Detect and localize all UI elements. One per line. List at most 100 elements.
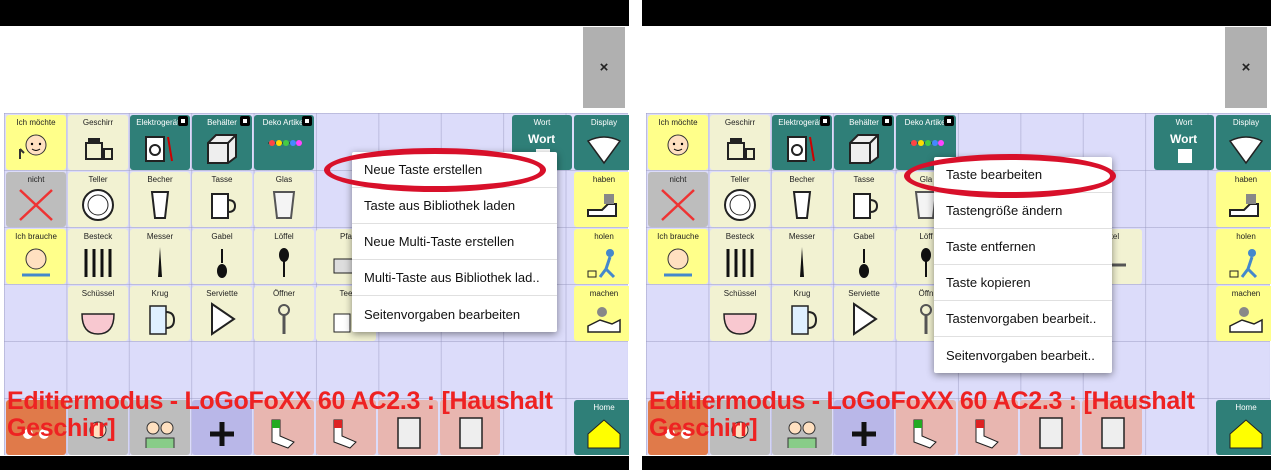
cross-icon <box>19 189 53 221</box>
key-loeffel[interactable]: Löffel <box>254 229 314 284</box>
key-glas[interactable]: Glas <box>254 172 314 227</box>
key-messer[interactable]: Messer <box>130 229 190 284</box>
folder-icon <box>944 116 954 126</box>
menu-new-multi-key[interactable]: Neue Multi-Taste erstellen <box>352 224 557 260</box>
folder-icon <box>820 116 830 126</box>
key-ich-moechte[interactable]: Ich möchte <box>648 115 708 170</box>
key-serviette[interactable]: Serviette <box>834 286 894 341</box>
knife-icon <box>800 247 804 277</box>
svg-text:Wort: Wort <box>1170 132 1197 146</box>
key-ich-moechte[interactable]: Ich möchte <box>6 115 66 170</box>
menu-edit-page-defaults[interactable]: Seitenvorgaben bearbeit.. <box>934 337 1112 373</box>
key-elektrogeraete[interactable]: Elektrogeräte <box>130 115 190 170</box>
close-icon: × <box>599 59 609 76</box>
key-behaelter[interactable]: Behälter <box>834 115 894 170</box>
folder-icon <box>240 116 250 126</box>
key-besteck[interactable]: Besteck <box>710 229 770 284</box>
key-becher[interactable]: Becher <box>130 172 190 227</box>
key-display[interactable]: Display <box>1216 115 1271 170</box>
jug-icon <box>791 305 818 335</box>
key-messer[interactable]: Messer <box>772 229 832 284</box>
menu-edit-key-defaults[interactable]: Tastenvorgaben bearbeit.. <box>934 301 1112 337</box>
key-schuessel[interactable]: Schüssel <box>710 286 770 341</box>
key-tasse[interactable]: Tasse <box>192 172 252 227</box>
key-holen[interactable]: holen <box>1216 229 1271 284</box>
key-geschirr[interactable]: Geschirr <box>68 115 128 170</box>
key-haben[interactable]: haben <box>574 172 629 227</box>
menu-remove-key[interactable]: Taste entfernen <box>934 229 1112 265</box>
make-icon <box>1229 307 1263 333</box>
key-nicht[interactable]: nicht <box>6 172 66 227</box>
message-window[interactable] <box>642 26 1216 114</box>
edit-mode-status: Editiermodus - LoGoFoXX 60 AC2.3 : [Haus… <box>649 387 1195 442</box>
key-krug[interactable]: Krug <box>772 286 832 341</box>
hand-icon <box>1229 194 1259 217</box>
key-machen[interactable]: machen <box>574 286 629 341</box>
key-machen[interactable]: machen <box>1216 286 1271 341</box>
key-gabel[interactable]: Gabel <box>834 229 894 284</box>
edit-mode-status: Editiermodus - LoGoFoXX 60 AC2.3 : [Haus… <box>7 387 553 442</box>
make-icon <box>587 307 621 333</box>
close-button[interactable]: × <box>583 27 625 108</box>
folder-icon <box>302 116 312 126</box>
person-icon <box>664 248 692 277</box>
key-wort[interactable]: Wort Wort <box>1154 115 1214 170</box>
key-nicht[interactable]: nicht <box>648 172 708 227</box>
key-elektrogeraete[interactable]: Elektrogeräte <box>772 115 832 170</box>
highlight-oval <box>904 154 1116 198</box>
folder-icon <box>178 116 188 126</box>
key-krug[interactable]: Krug <box>130 286 190 341</box>
key-besteck[interactable]: Besteck <box>68 229 128 284</box>
svg-text:Wort: Wort <box>528 132 555 146</box>
left-screen: × Ich möchte Geschirr Elektrogeräte Behä… <box>0 0 629 470</box>
bowl-icon <box>723 313 757 335</box>
key-haben[interactable]: haben <box>1216 172 1271 227</box>
box-icon <box>207 134 237 164</box>
key-teller[interactable]: Teller <box>710 172 770 227</box>
mug-icon <box>211 193 237 219</box>
menu-copy-key[interactable]: Taste kopieren <box>934 265 1112 301</box>
key-tasse[interactable]: Tasse <box>834 172 894 227</box>
key-display[interactable]: Display <box>574 115 629 170</box>
right-screen: × Ich möchte Geschirr Elektrogeräte Behä… <box>642 0 1271 470</box>
key-teller[interactable]: Teller <box>68 172 128 227</box>
key-schuessel[interactable]: Schüssel <box>68 286 128 341</box>
key-holen[interactable]: holen <box>574 229 629 284</box>
close-icon: × <box>1241 59 1251 76</box>
key-serviette[interactable]: Serviette <box>192 286 252 341</box>
key-geschirr[interactable]: Geschirr <box>710 115 770 170</box>
menu-load-key-library[interactable]: Taste aus Bibliothek laden <box>352 188 557 224</box>
display-icon <box>586 136 622 165</box>
key-ich-brauche[interactable]: Ich brauche <box>6 229 66 284</box>
key-gabel[interactable]: Gabel <box>192 229 252 284</box>
key-ich-brauche[interactable]: Ich brauche <box>648 229 708 284</box>
cutlery-icon <box>84 249 112 277</box>
fork-icon <box>217 249 227 278</box>
key-behaelter[interactable]: Behälter <box>192 115 252 170</box>
bowl-icon <box>81 313 115 335</box>
cup-icon <box>150 191 170 219</box>
key-deko-artikel[interactable]: Deko Artikel <box>254 115 314 170</box>
nav-bar <box>642 456 1271 470</box>
close-button[interactable]: × <box>1225 27 1267 108</box>
hand-icon <box>587 194 617 217</box>
dishes-icon <box>85 138 113 160</box>
plate-icon <box>724 189 756 221</box>
decoration-icon <box>268 140 302 146</box>
appliance-icon <box>145 136 173 162</box>
nav-bar <box>0 456 629 470</box>
menu-load-multi-key-library[interactable]: Multi-Taste aus Bibliothek lad.. <box>352 260 557 296</box>
menu-change-key-size[interactable]: Tastengröße ändern <box>934 193 1112 229</box>
person-icon <box>667 134 689 156</box>
message-window[interactable] <box>0 26 574 114</box>
appliance-icon <box>787 136 815 162</box>
spoon-icon <box>279 248 289 277</box>
opener-icon <box>278 304 290 334</box>
fetch-icon <box>587 249 616 279</box>
key-becher[interactable]: Becher <box>772 172 832 227</box>
jug-icon <box>149 305 176 335</box>
folder-icon <box>882 116 892 126</box>
key-oeffner[interactable]: Öffner <box>254 286 314 341</box>
menu-edit-page-defaults[interactable]: Seitenvorgaben bearbeiten <box>352 296 557 332</box>
person-icon <box>19 134 47 159</box>
